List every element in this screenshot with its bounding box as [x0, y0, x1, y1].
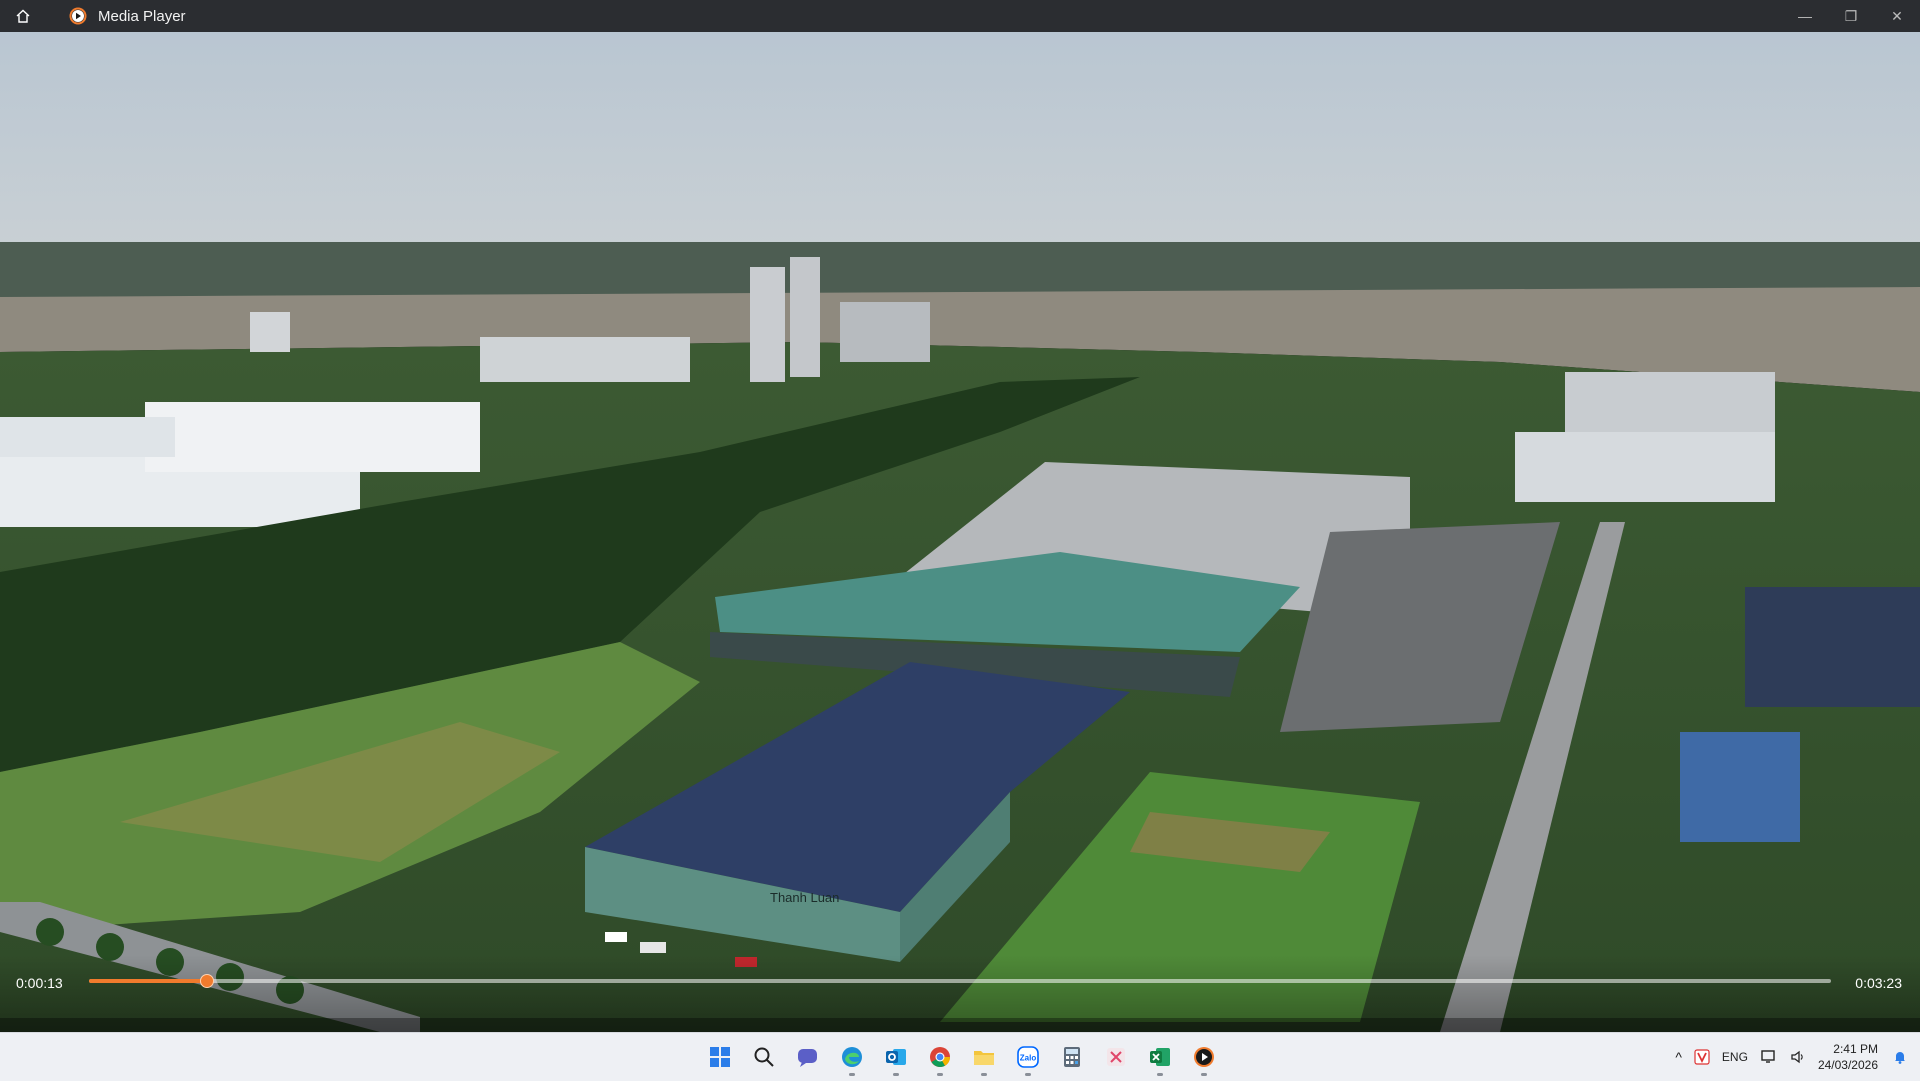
snipping-tool-icon[interactable] [1096, 1037, 1136, 1077]
network-icon[interactable] [1760, 1033, 1778, 1081]
calculator-icon[interactable] [1052, 1037, 1092, 1077]
current-time: 0:00:13 [16, 975, 63, 991]
title-bar: Media Player — ❐ ✕ [0, 0, 1920, 32]
zalo-icon[interactable]: Zalo [1008, 1037, 1048, 1077]
video-frame[interactable]: Thanh Luan [0, 32, 1920, 1032]
outlook-icon[interactable] [876, 1037, 916, 1077]
close-button[interactable]: ✕ [1874, 0, 1920, 32]
seek-thumb[interactable] [200, 974, 215, 988]
search-icon[interactable] [744, 1037, 784, 1077]
system-tray: ^ ENG 2:41 PM 24/03/2026 [1675, 1033, 1920, 1081]
start-icon[interactable] [700, 1037, 740, 1077]
file-explorer-icon[interactable] [964, 1037, 1004, 1077]
window-title: Media Player [98, 7, 186, 25]
home-icon[interactable] [12, 5, 34, 27]
playback-controls: 0:00:13 0:03:23 [0, 955, 1920, 1032]
tray-overflow-chevron[interactable]: ^ [1675, 1033, 1682, 1081]
aerial-industrial-scene: Thanh Luan [0, 32, 1920, 1032]
media-player-icon[interactable] [1184, 1037, 1224, 1077]
warehouse-sign: Thanh Luan [770, 890, 839, 905]
clock-time: 2:41 PM [1833, 1042, 1878, 1056]
volume-icon[interactable] [1790, 1033, 1806, 1081]
language-indicator[interactable]: ENG [1722, 1033, 1748, 1081]
media-player-app-icon [68, 6, 88, 26]
minimize-button[interactable]: — [1782, 0, 1828, 32]
clock-date: 24/03/2026 [1817, 1058, 1878, 1072]
vivaldi-icon[interactable] [1694, 1033, 1710, 1081]
taskbar: Zalo ^ ENG 2:41 PM 24/03/2026 [0, 1032, 1920, 1081]
seek-bar[interactable] [89, 974, 1831, 988]
clock[interactable]: 2:41 PM 24/03/2026 [1818, 1033, 1878, 1081]
seek-progress [89, 979, 208, 983]
chat-icon[interactable] [788, 1037, 828, 1077]
excel-icon[interactable] [1140, 1037, 1180, 1077]
total-time: 0:03:23 [1855, 975, 1902, 991]
edge-icon[interactable] [832, 1037, 872, 1077]
svg-text:Zalo: Zalo [1020, 1054, 1037, 1063]
chrome-icon[interactable] [920, 1037, 960, 1077]
notification-bell-icon[interactable] [1892, 1033, 1908, 1081]
restore-button[interactable]: ❐ [1828, 0, 1874, 32]
